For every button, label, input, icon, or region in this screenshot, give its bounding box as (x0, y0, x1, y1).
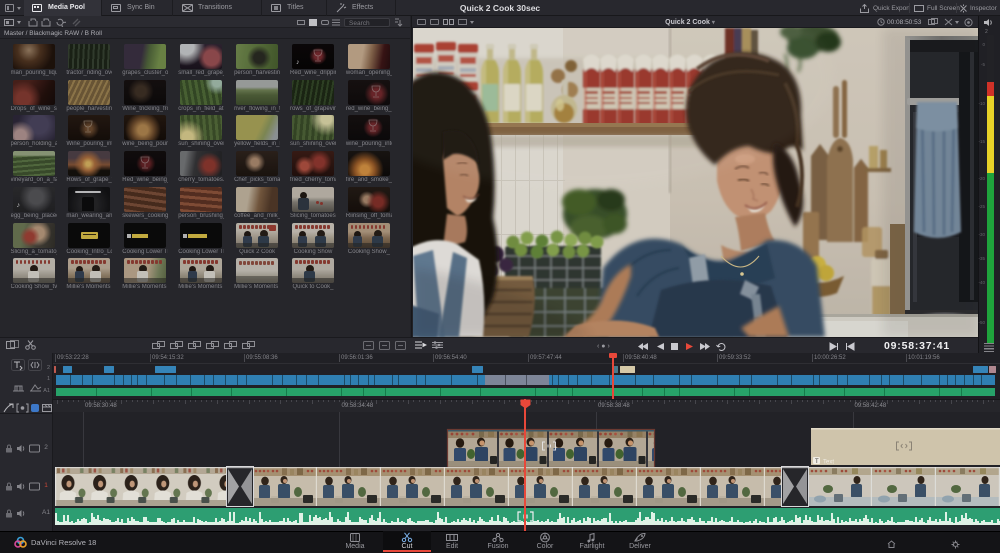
svg-text:Text: Text (823, 460, 834, 466)
svg-text:T: T (815, 459, 819, 465)
